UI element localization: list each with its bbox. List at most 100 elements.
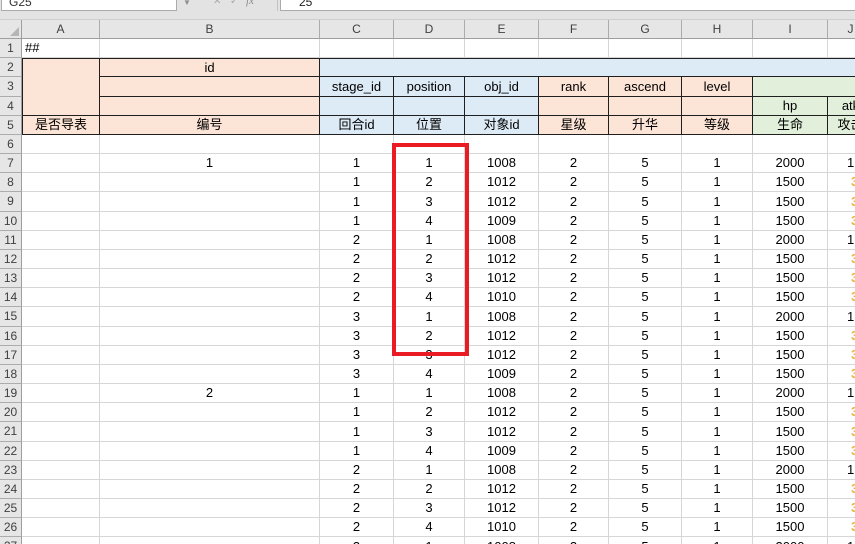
cell-B14[interactable]: [100, 288, 320, 307]
cell-I24[interactable]: 1500: [753, 480, 828, 499]
row-header-2[interactable]: 2: [0, 58, 22, 77]
cell-F15[interactable]: 2: [539, 307, 609, 327]
cell-G25[interactable]: 5: [609, 499, 682, 518]
cell-F20[interactable]: 2: [539, 403, 609, 422]
header-cell-G4[interactable]: [609, 97, 682, 116]
cell-A24[interactable]: [22, 480, 100, 499]
enter-icon[interactable]: ✓: [230, 0, 238, 7]
cell-J18[interactable]: 3: [828, 365, 855, 384]
cell-D27[interactable]: 1: [394, 537, 465, 544]
cell-J7[interactable]: 1: [828, 154, 855, 173]
cell-C26[interactable]: 2: [320, 518, 394, 537]
row-header-1[interactable]: 1: [0, 39, 22, 58]
cell-I13[interactable]: 1500: [753, 269, 828, 288]
header-cell-E5[interactable]: 对象id: [465, 116, 539, 135]
column-header-F[interactable]: F: [539, 20, 609, 39]
cell-I21[interactable]: 1500: [753, 422, 828, 442]
row-header-6[interactable]: 6: [0, 135, 22, 154]
column-header-C[interactable]: C: [320, 20, 394, 39]
row-header-8[interactable]: 8: [0, 173, 22, 192]
cell-F27[interactable]: 2: [539, 537, 609, 544]
cell-B26[interactable]: [100, 518, 320, 537]
cell-H20[interactable]: 1: [682, 403, 753, 422]
cell-I1[interactable]: [753, 39, 828, 58]
cell-B8[interactable]: [100, 173, 320, 192]
select-all-corner[interactable]: [0, 20, 22, 39]
cell-G9[interactable]: 5: [609, 192, 682, 212]
column-header-I[interactable]: I: [753, 20, 828, 39]
cell-F11[interactable]: 2: [539, 231, 609, 250]
cell-F14[interactable]: 2: [539, 288, 609, 307]
cell-A17[interactable]: [22, 346, 100, 365]
cell-I12[interactable]: 1500: [753, 250, 828, 269]
cell-B23[interactable]: [100, 461, 320, 480]
row-header-7[interactable]: 7: [0, 154, 22, 173]
header-cell-B2[interactable]: id: [100, 58, 320, 77]
cell-E13[interactable]: 1012: [465, 269, 539, 288]
cell-J8[interactable]: 3: [828, 173, 855, 192]
cell-H16[interactable]: 1: [682, 327, 753, 346]
cell-J12[interactable]: 3: [828, 250, 855, 269]
row-header-22[interactable]: 22: [0, 442, 22, 461]
cell-D20[interactable]: 2: [394, 403, 465, 422]
header-cell-D5[interactable]: 位置: [394, 116, 465, 135]
cell-A8[interactable]: [22, 173, 100, 192]
cell-F21[interactable]: 2: [539, 422, 609, 442]
header-cell-F5[interactable]: 星级: [539, 116, 609, 135]
cell-J17[interactable]: 3: [828, 346, 855, 365]
cell-C1[interactable]: [320, 39, 394, 58]
cancel-icon[interactable]: ✕: [213, 0, 221, 7]
header-cell-G5[interactable]: 升华: [609, 116, 682, 135]
cell-F12[interactable]: 2: [539, 250, 609, 269]
cell-H26[interactable]: 1: [682, 518, 753, 537]
row-header-21[interactable]: 21: [0, 422, 22, 442]
insert-function-icon[interactable]: fx: [246, 0, 254, 7]
cell-A20[interactable]: [22, 403, 100, 422]
cell-E26[interactable]: 1010: [465, 518, 539, 537]
cell-I22[interactable]: 1500: [753, 442, 828, 461]
row-header-26[interactable]: 26: [0, 518, 22, 537]
cell-C16[interactable]: 3: [320, 327, 394, 346]
header-cell-E3[interactable]: obj_id: [465, 77, 539, 97]
cell-C25[interactable]: 2: [320, 499, 394, 518]
cell-E23[interactable]: 1008: [465, 461, 539, 480]
cell-H12[interactable]: 1: [682, 250, 753, 269]
cell-G6[interactable]: [609, 135, 682, 154]
cell-G19[interactable]: 5: [609, 384, 682, 403]
header-cell-H5[interactable]: 等级: [682, 116, 753, 135]
cell-G18[interactable]: 5: [609, 365, 682, 384]
cell-I10[interactable]: 1500: [753, 212, 828, 231]
cell-J22[interactable]: 3: [828, 442, 855, 461]
cell-G22[interactable]: 5: [609, 442, 682, 461]
cell-F23[interactable]: 2: [539, 461, 609, 480]
cell-A14[interactable]: [22, 288, 100, 307]
cell-F25[interactable]: 2: [539, 499, 609, 518]
cell-D26[interactable]: 4: [394, 518, 465, 537]
formula-input[interactable]: 25: [280, 0, 855, 11]
cell-H13[interactable]: 1: [682, 269, 753, 288]
row-header-3[interactable]: 3: [0, 77, 22, 97]
cell-G26[interactable]: 5: [609, 518, 682, 537]
cell-C10[interactable]: 1: [320, 212, 394, 231]
cell-E19[interactable]: 1008: [465, 384, 539, 403]
cell-J20[interactable]: 3: [828, 403, 855, 422]
cell-D18[interactable]: 4: [394, 365, 465, 384]
column-header-E[interactable]: E: [465, 20, 539, 39]
cell-J6[interactable]: [828, 135, 855, 154]
cell-C14[interactable]: 2: [320, 288, 394, 307]
cell-E8[interactable]: 1012: [465, 173, 539, 192]
row-header-20[interactable]: 20: [0, 403, 22, 422]
cell-D22[interactable]: 4: [394, 442, 465, 461]
cell-C27[interactable]: 3: [320, 537, 394, 544]
row-header-17[interactable]: 17: [0, 346, 22, 365]
cell-H22[interactable]: 1: [682, 442, 753, 461]
cell-C6[interactable]: [320, 135, 394, 154]
cell-I6[interactable]: [753, 135, 828, 154]
cell-I15[interactable]: 2000: [753, 307, 828, 327]
cell-E12[interactable]: 1012: [465, 250, 539, 269]
cell-B21[interactable]: [100, 422, 320, 442]
cell-I25[interactable]: 1500: [753, 499, 828, 518]
cell-E25[interactable]: 1012: [465, 499, 539, 518]
header-cell-I4[interactable]: hp: [753, 97, 828, 116]
cell-D23[interactable]: 1: [394, 461, 465, 480]
